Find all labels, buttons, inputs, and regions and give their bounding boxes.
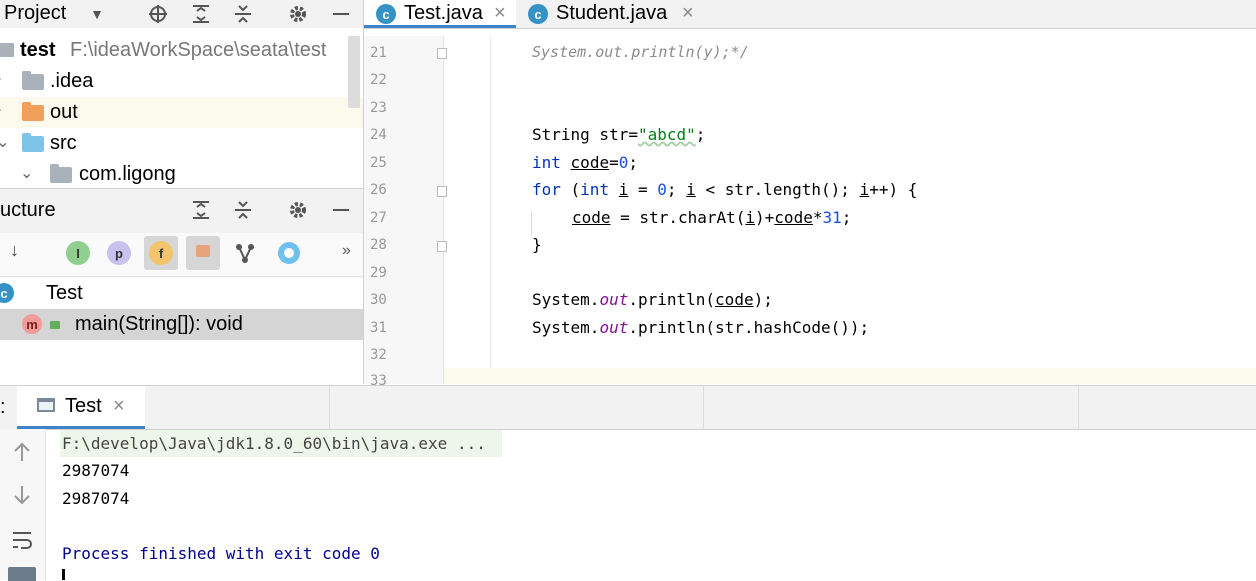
run-tool-header: : Test × xyxy=(0,385,1256,430)
console-icon xyxy=(37,398,55,412)
code-line-26: for (int i = 0; i < str.length(); i++) { xyxy=(532,180,918,199)
console-line: 2987074 xyxy=(62,489,130,508)
scroll-to-end-icon[interactable] xyxy=(8,567,36,581)
code-line-28: } xyxy=(532,235,542,254)
console-output[interactable]: F:\develop\Java\jdk1.8.0_60\bin\java.exe… xyxy=(46,429,1256,580)
code-line-24: String str="abcd"; xyxy=(532,125,706,144)
run-side-toolbar xyxy=(0,429,46,581)
arrow-up-icon[interactable] xyxy=(12,441,32,468)
code-line-25: int code=0; xyxy=(532,153,638,172)
code-line-30: System.out.println(code); xyxy=(532,290,773,309)
text-cursor xyxy=(62,569,65,580)
code-editor[interactable]: System.out.println(y);*/ String str="abc… xyxy=(0,0,1256,384)
run-tab-test[interactable]: Test × xyxy=(17,386,145,429)
code-line-21: System.out.println(y);*/ xyxy=(532,43,749,61)
code-line-27: code = str.charAt(i)+code*31; xyxy=(572,208,852,227)
close-icon[interactable]: × xyxy=(113,395,125,418)
console-line: 2987074 xyxy=(62,461,130,480)
arrow-down-icon[interactable] xyxy=(12,484,32,511)
code-line-31: System.out.println(str.hashCode()); xyxy=(532,318,870,337)
soft-wrap-icon[interactable] xyxy=(11,529,33,556)
console-command: F:\develop\Java\jdk1.8.0_60\bin\java.exe… xyxy=(62,434,486,453)
run-panel-prefix: : xyxy=(0,396,6,418)
run-tab-label: Test xyxy=(65,395,102,417)
console-finish-message: Process finished with exit code 0 xyxy=(62,544,380,563)
